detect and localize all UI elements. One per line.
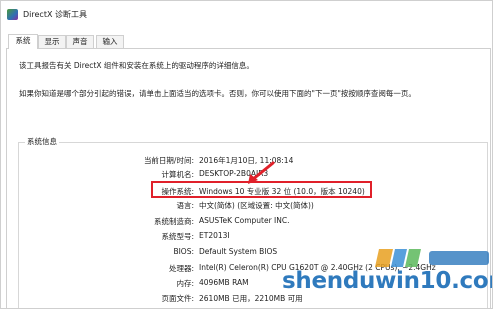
info-value: 2610MB 已用，2210MB 可用: [199, 294, 303, 303]
info-label: 页面文件:: [161, 294, 194, 303]
directx-diagnostic-window: DirectX 诊断工具 系统 显示 声音 输入 该工具报告有关 DirectX…: [0, 0, 493, 309]
watermark-logo: [375, 249, 489, 267]
intro-text: 该工具报告有关 DirectX 组件和安装在系统上的驱动程序的详细信息。: [19, 61, 254, 70]
info-value: 4096MB RAM: [199, 278, 249, 287]
info-row-model: 系统型号: ET2013I: [1, 231, 492, 243]
info-value: ET2013I: [199, 231, 230, 240]
system-info-group-title: 系统信息: [25, 136, 59, 147]
info-label: 计算机名:: [161, 170, 194, 179]
info-value: 中文(简体) (区域设置: 中文(简体)): [199, 201, 314, 210]
info-label: 系统型号:: [161, 232, 194, 241]
title-bar: DirectX 诊断工具: [1, 1, 492, 27]
info-label: 语言:: [176, 201, 194, 210]
info-row-manufacturer: 系统制造商: ASUSTeK Computer INC.: [1, 216, 492, 228]
info-label: 当前日期/时间:: [143, 156, 194, 165]
info-row-language: 语言: 中文(简体) (区域设置: 中文(简体)): [1, 200, 492, 212]
info-label: 系统制造商:: [153, 217, 194, 226]
window-title: DirectX 诊断工具: [23, 10, 87, 19]
info-label: BIOS:: [173, 247, 194, 256]
tab-sound[interactable]: 声音: [66, 35, 94, 48]
tab-system[interactable]: 系统: [8, 34, 38, 49]
hint-text: 如果你知道是哪个部分引起的错误，请单击上面适当的选项卡。否则，你可以使用下面的"…: [19, 89, 416, 98]
tab-display[interactable]: 显示: [38, 35, 66, 48]
info-value: Default System BIOS: [199, 247, 278, 256]
info-value: ASUSTeK Computer INC.: [199, 216, 290, 225]
info-label: 处理器:: [168, 264, 194, 273]
info-row-page-file: 页面文件: 2610MB 已用，2210MB 可用: [1, 293, 492, 305]
directx-app-icon: [7, 9, 18, 20]
info-label: 内存:: [176, 279, 194, 288]
tab-input[interactable]: 输入: [96, 35, 124, 48]
red-arrow-icon: [248, 161, 275, 184]
watermark-text: shenduwin10.com: [282, 268, 493, 294]
